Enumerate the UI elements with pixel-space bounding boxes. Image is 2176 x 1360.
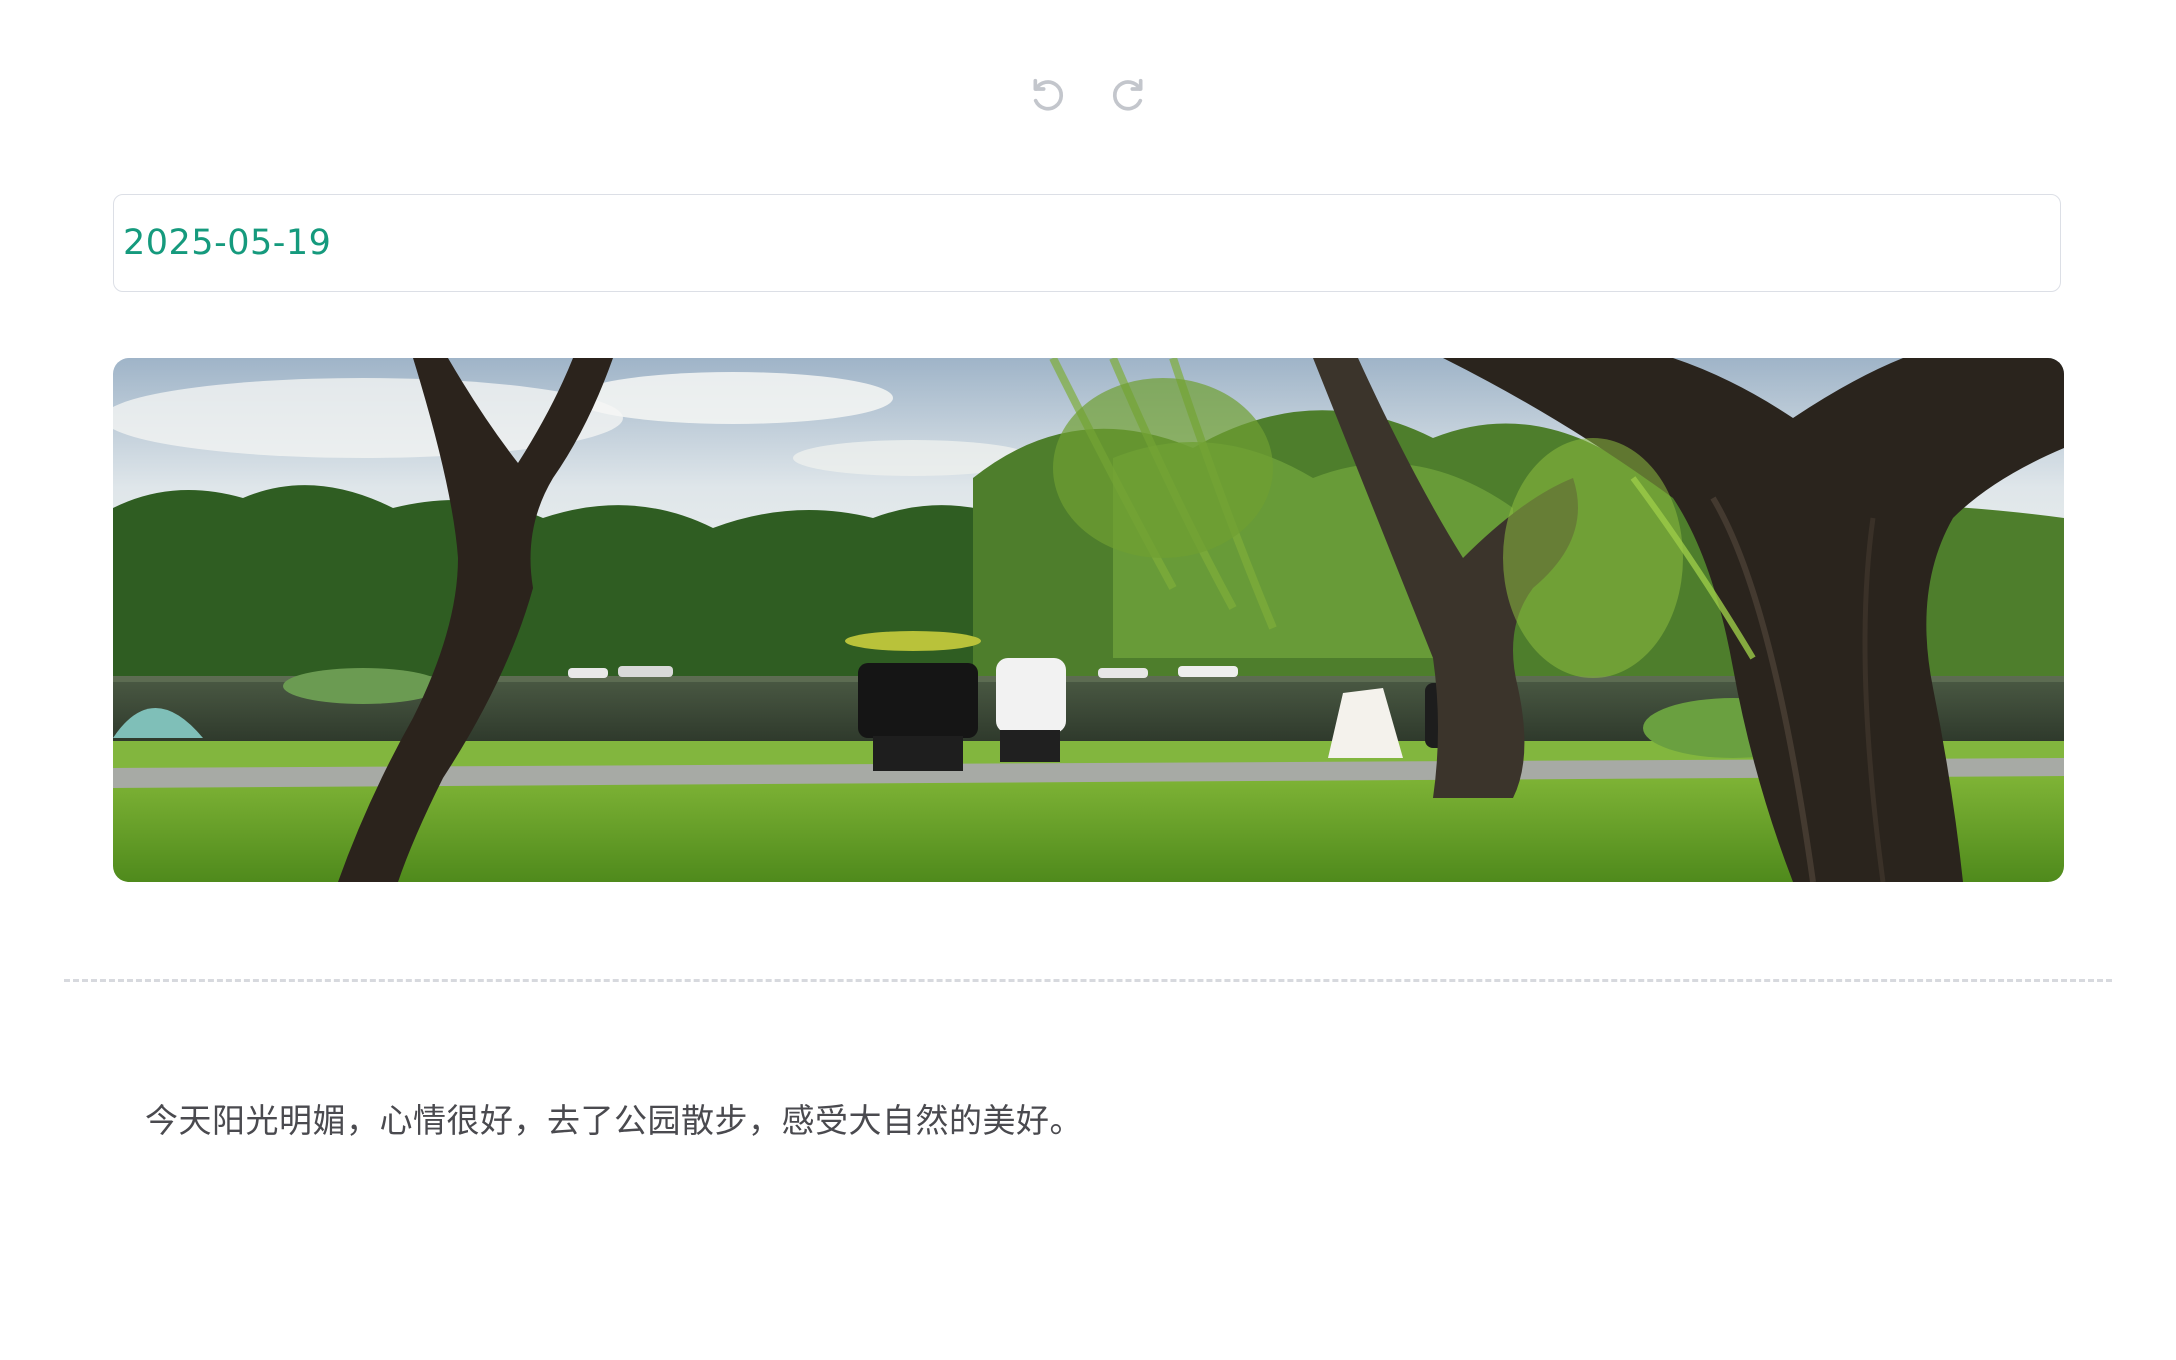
section-divider — [64, 979, 2112, 982]
park-photo-image — [113, 358, 2064, 882]
entry-text[interactable]: 今天阳光明媚，心情很好，去了公园散步，感受大自然的美好。 — [145, 1094, 1083, 1142]
redo-button[interactable] — [1106, 72, 1152, 118]
toolbar — [0, 72, 2176, 122]
redo-icon — [1109, 74, 1149, 117]
undo-icon — [1027, 74, 1067, 117]
park-photo[interactable] — [113, 358, 2064, 882]
date-value: 2025-05-19 — [123, 223, 332, 263]
date-field[interactable]: 2025-05-19 — [113, 194, 2061, 292]
diary-editor: 2025-05-19 今天阳光明媚，心情很好，去了公园散步，感受大自然的美好。 — [0, 0, 2176, 1360]
undo-button[interactable] — [1024, 72, 1070, 118]
